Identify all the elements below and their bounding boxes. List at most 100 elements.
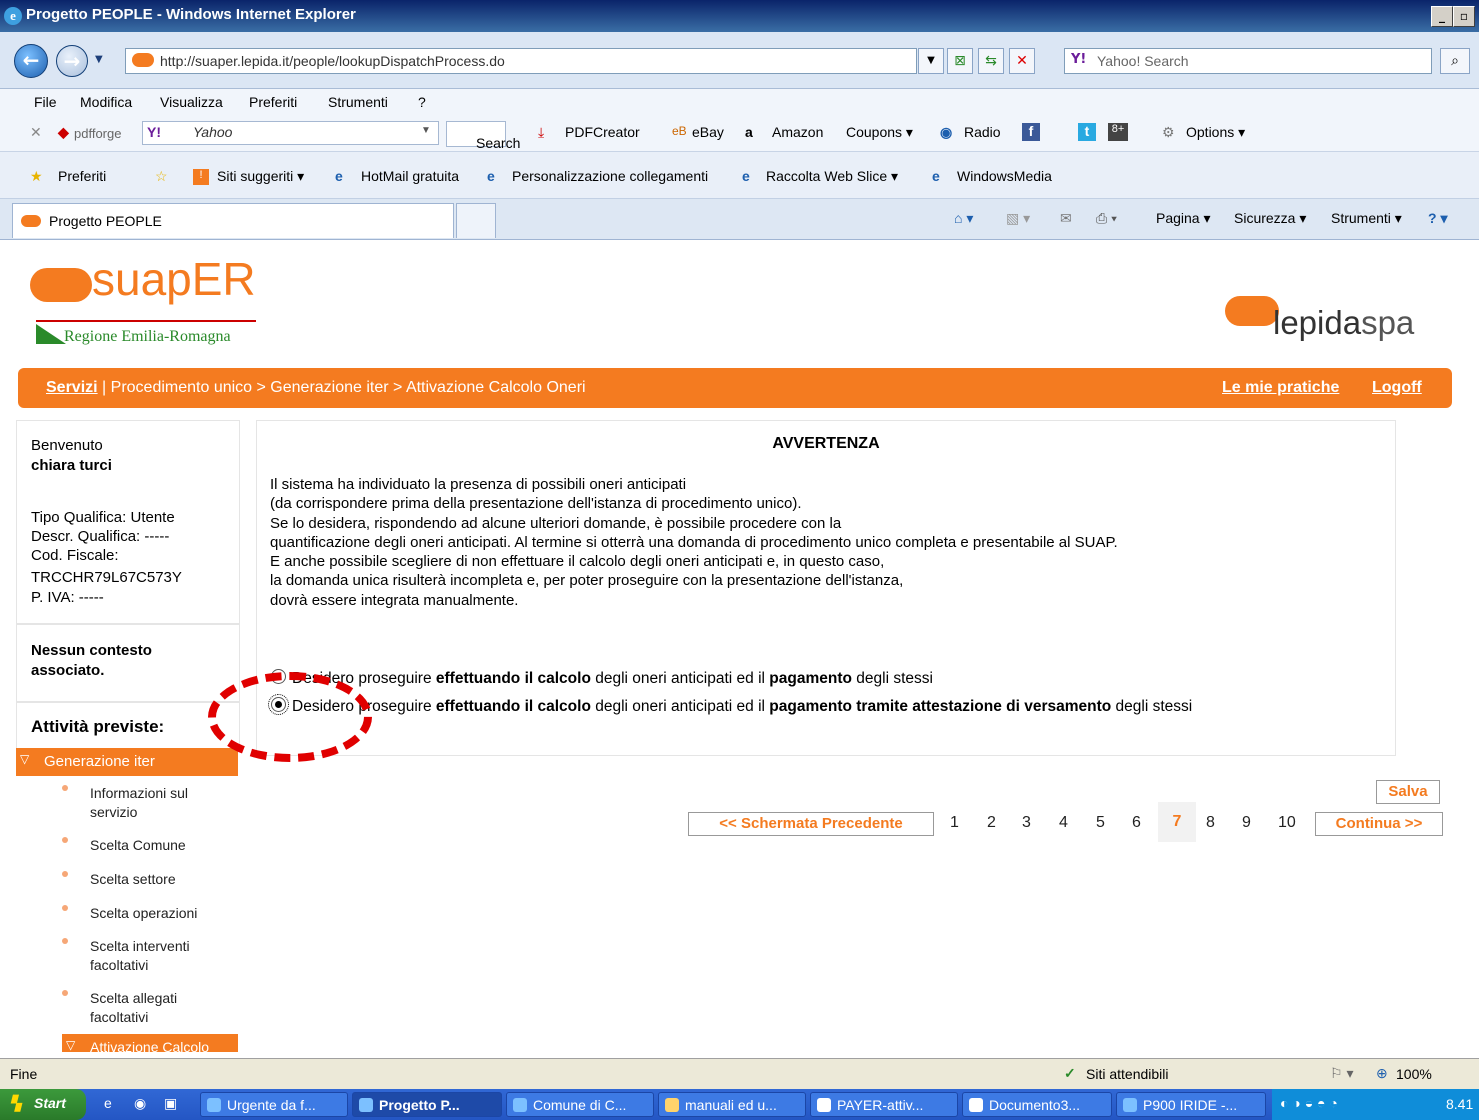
quicklaunch-ie-icon[interactable]: e [104, 1095, 112, 1111]
servizi-link[interactable]: Servizi [46, 379, 98, 396]
page-8[interactable]: 8 [1206, 814, 1215, 832]
page-7-current[interactable]: 7 [1158, 802, 1196, 842]
lepida-cloud-icon [1225, 296, 1279, 326]
radio-button[interactable]: Radio [964, 124, 1001, 140]
forward-button[interactable]: → [56, 45, 88, 77]
facebook-icon[interactable]: f [1022, 123, 1040, 141]
zoom-level[interactable]: 100% [1396, 1066, 1432, 1082]
task-manuali[interactable]: manuali ed u... [658, 1092, 806, 1117]
sicurezza-menu[interactable]: Sicurezza ▾ [1234, 210, 1306, 227]
options-button[interactable]: Options ▾ [1186, 124, 1245, 141]
favorites-star-icon: ★ [30, 168, 43, 184]
mail-icon[interactable]: ✉ [1060, 210, 1072, 227]
quicklaunch-desktop-icon[interactable]: ▣ [164, 1095, 177, 1112]
menu-modifica[interactable]: Modifica [80, 94, 132, 110]
tab-progetto-people[interactable]: Progetto PEOPLE [12, 203, 454, 238]
page-10[interactable]: 10 [1278, 814, 1296, 832]
amazon-button[interactable]: Amazon [772, 124, 823, 140]
add-favorites-icon[interactable]: ☆ [155, 168, 168, 185]
task-label: Urgente da f... [227, 1097, 316, 1113]
address-dropdown-icon[interactable]: ▼ [918, 48, 944, 74]
task-payer[interactable]: PAYER-attiv... [810, 1092, 958, 1117]
new-tab-button[interactable] [456, 203, 496, 238]
logoff-link[interactable]: Logoff [1372, 379, 1422, 397]
fav-item-personalizzazione[interactable]: Personalizzazione collegamenti [512, 168, 708, 184]
sidebar-item-scelta-settore[interactable]: Scelta settore [90, 870, 176, 889]
pdfcreator-button[interactable]: PDFCreator [565, 124, 640, 140]
option-pagamento[interactable]: Desidero proseguire effettuando il calco… [271, 669, 933, 688]
tray-icons[interactable]: ◐ ◑ ◒ ◓ ◔ [1280, 1095, 1338, 1111]
task-comune[interactable]: Comune di C... [506, 1092, 654, 1117]
sidebar-item-scelta-operazioni[interactable]: Scelta operazioni [90, 904, 197, 923]
strumenti-menu[interactable]: Strumenti ▾ [1331, 210, 1402, 227]
refresh-icon[interactable]: ⇆ [978, 48, 1004, 74]
url-text[interactable]: http://suaper.lepida.it/people/lookupDis… [160, 53, 505, 69]
menu-file[interactable]: File [34, 94, 57, 110]
fav-item-windowsmedia[interactable]: WindowsMedia [957, 168, 1052, 184]
page-4[interactable]: 4 [1059, 814, 1068, 832]
menu-preferiti[interactable]: Preferiti [249, 94, 297, 110]
breadcrumb: Servizi | Procedimento unico > Generazio… [46, 379, 586, 397]
descr-qualifica: Descr. Qualifica: ----- [31, 528, 170, 545]
minimize-button[interactable]: _ [1431, 6, 1453, 27]
fav-item-hotmail[interactable]: HotMail gratuita [361, 168, 459, 184]
maximize-button[interactable]: ▫ [1453, 6, 1475, 27]
compatibility-view-icon[interactable]: ⊠ [947, 48, 973, 74]
opt1-text-c: degli oneri anticipati ed il [590, 670, 770, 687]
le-mie-pratiche-link[interactable]: Le mie pratiche [1222, 379, 1339, 397]
prev-screen-button[interactable]: << Schermata Precedente [688, 812, 934, 836]
googleplus-icon[interactable]: 8+ [1108, 123, 1128, 141]
feeds-icon[interactable]: ▧ ▾ [1006, 210, 1030, 227]
fav-item-siti-suggeriti[interactable]: Siti suggeriti ▾ [217, 168, 304, 185]
fav-item-web-slice[interactable]: Raccolta Web Slice ▾ [766, 168, 898, 185]
section-generazione-iter[interactable]: ▽ Generazione iter [16, 748, 238, 776]
print-icon[interactable]: ⎙ ▾ [1096, 210, 1117, 227]
recent-pages-dropdown-icon[interactable]: ▼ [95, 54, 103, 65]
security-zone[interactable]: Siti attendibili [1086, 1066, 1169, 1082]
start-button[interactable]: ▚ Start [0, 1089, 86, 1120]
address-bar[interactable]: http://suaper.lepida.it/people/lookupDis… [125, 48, 917, 74]
task-progetto-people[interactable]: Progetto P... [352, 1092, 502, 1117]
protected-mode-icon[interactable]: ⚐ ▾ [1330, 1065, 1353, 1082]
sidebar-item-allegati-facoltativi[interactable]: Scelta allegati facoltativi [90, 989, 220, 1027]
task-documento3[interactable]: Documento3... [962, 1092, 1112, 1117]
page-3[interactable]: 3 [1022, 814, 1031, 832]
triangle-down-icon: ▽ [66, 1038, 76, 1052]
search-box[interactable]: Y! Yahoo! Search [1064, 48, 1432, 74]
page-1[interactable]: 1 [950, 814, 959, 832]
pagina-menu[interactable]: Pagina ▾ [1156, 210, 1211, 227]
help-icon[interactable]: ? ▾ [1428, 210, 1447, 227]
ebay-button[interactable]: eBay [692, 124, 724, 140]
logo-text: suapER [92, 253, 256, 305]
sidebar-item-informazioni[interactable]: Informazioni sul servizio [90, 784, 220, 822]
sidebar-item-scelta-comune[interactable]: Scelta Comune [90, 836, 186, 855]
search-icon[interactable]: ⌕ [1440, 48, 1470, 74]
taskbar: ▚ Start e ◉ ▣ Urgente da f... Progetto P… [0, 1089, 1479, 1120]
menu-visualizza[interactable]: Visualizza [160, 94, 223, 110]
task-p900-iride[interactable]: P900 IRIDE -... [1116, 1092, 1266, 1117]
yahoo-search-field[interactable]: Y! Yahoo ▼ [142, 121, 439, 145]
yahoo-search-button[interactable]: Search [446, 121, 520, 151]
task-urgente[interactable]: Urgente da f... [200, 1092, 348, 1117]
menu-strumenti[interactable]: Strumenti [328, 94, 388, 110]
home-icon[interactable]: ⌂ ▾ [954, 210, 973, 227]
menu-help[interactable]: ? [418, 94, 426, 110]
sidebar-item-attivazione-calcolo[interactable]: ▽ Attivazione Calcolo [62, 1034, 238, 1052]
close-toolbar-icon[interactable]: ✕ [30, 124, 42, 141]
favorites-button[interactable]: Preferiti [58, 168, 106, 184]
salva-button[interactable]: Salva [1376, 780, 1440, 804]
coupons-button[interactable]: Coupons ▾ [846, 124, 913, 141]
zoom-icon: ⊕ [1376, 1065, 1388, 1081]
page-2[interactable]: 2 [987, 814, 996, 832]
sidebar-item-interventi-facoltativi[interactable]: Scelta interventi facoltativi [90, 937, 220, 975]
page-6[interactable]: 6 [1132, 814, 1141, 832]
back-button[interactable]: ← [14, 44, 48, 78]
windows-logo-icon: ▚ [10, 1095, 21, 1111]
continua-button[interactable]: Continua >> [1315, 812, 1443, 836]
quicklaunch-chrome-icon[interactable]: ◉ [134, 1095, 146, 1112]
stop-icon[interactable]: ✕ [1009, 48, 1035, 74]
page-5[interactable]: 5 [1096, 814, 1105, 832]
twitter-icon[interactable]: t [1078, 123, 1096, 141]
page-9[interactable]: 9 [1242, 814, 1251, 832]
option-attestazione-versamento[interactable]: Desidero proseguire effettuando il calco… [268, 694, 1192, 716]
